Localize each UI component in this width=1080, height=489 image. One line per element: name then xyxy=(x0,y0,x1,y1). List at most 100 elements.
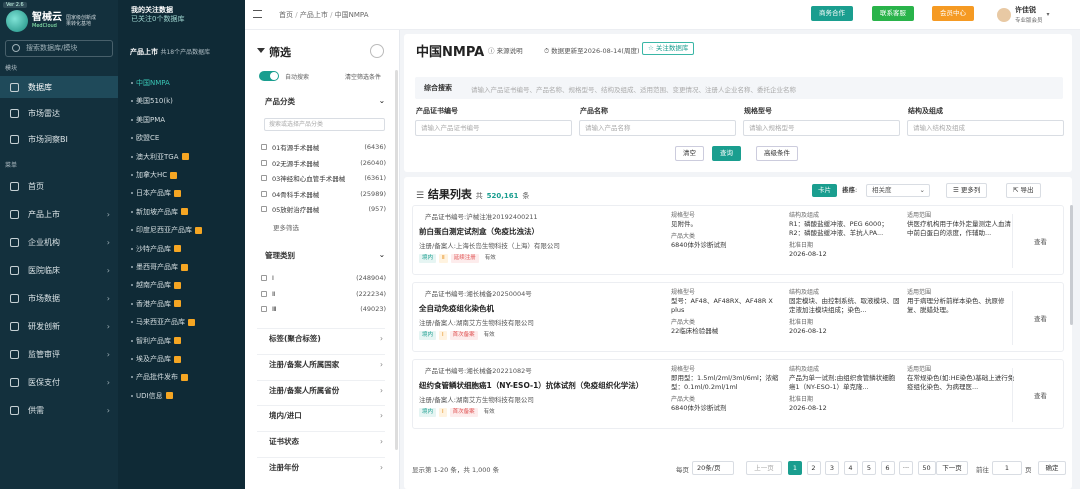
class-checkbox[interactable]: Ⅲ (49023) xyxy=(261,305,386,313)
export-button[interactable]: ⇱ 导出 xyxy=(1006,183,1041,198)
sub-nav-item[interactable]: 越南产品库 xyxy=(131,280,181,290)
class-checkbox[interactable]: Ⅰ (248904) xyxy=(261,274,386,282)
breadcrumb-product-launch[interactable]: 产品上市 xyxy=(300,11,328,19)
sub-nav-item[interactable]: 澳大利亚TGA xyxy=(131,152,189,162)
advanced-conditions-button[interactable]: 高级条件 xyxy=(756,146,798,161)
nav-item-rnd[interactable]: 研发创新 › xyxy=(0,315,118,337)
product-category-select[interactable]: 搜索或选择产品分类 xyxy=(264,118,385,131)
menu-toggle-icon[interactable] xyxy=(253,10,262,18)
sub-nav-item[interactable]: 新加坡产品库 xyxy=(131,207,188,217)
category-checkbox[interactable]: 02无源手术器械 (26040) xyxy=(261,158,386,168)
filter-section[interactable]: 标签(聚合标签) xyxy=(257,328,385,349)
more-filters-link[interactable]: 更多筛选 xyxy=(273,222,299,232)
confirm-goto-button[interactable]: 确定 xyxy=(1038,461,1066,475)
sub-nav-item[interactable]: 沙特产品库 xyxy=(131,244,181,254)
cert-number-field[interactable]: 请输入产品证书编号 xyxy=(415,120,572,136)
sub-nav-item[interactable]: 美国510(k) xyxy=(131,96,173,106)
filter-section[interactable]: 证书状态 xyxy=(257,431,385,452)
page-number-button[interactable]: 3 xyxy=(825,461,839,475)
view-detail-link[interactable]: 查看 xyxy=(1034,390,1047,400)
filter-section[interactable]: 境内/进口 xyxy=(257,405,385,426)
nav-item-home[interactable]: 首页 xyxy=(0,175,118,197)
company-name[interactable]: 湖南艾方生物科技有限公司 xyxy=(456,396,534,404)
spec-model-field[interactable]: 请输入规格型号 xyxy=(743,120,900,136)
sort-select[interactable]: 相关度 ⌄ xyxy=(866,184,930,197)
product-name-field[interactable]: 请输入产品名称 xyxy=(579,120,736,136)
sub-nav-item[interactable]: 马来西亚产品库 xyxy=(131,317,195,327)
sub-nav-item[interactable]: 智利产品库 xyxy=(131,336,181,346)
company-name[interactable]: 上海长岛生物科技（上海）有限公司 xyxy=(456,242,560,250)
keyword-search-input[interactable]: 综合搜索 请输入产品证书编号、产品名称、规格型号、结构及组成、适用范围、变更情况、… xyxy=(415,77,1063,99)
sub-nav-item[interactable]: 产品批件发布 xyxy=(131,372,188,382)
nav-item-enterprise[interactable]: 企业机构 › xyxy=(0,231,118,253)
main-scrollbar[interactable] xyxy=(1070,205,1073,325)
nav-item-market-data[interactable]: 市场数据 › xyxy=(0,287,118,309)
sub-nav-item[interactable]: 墨西哥产品库 xyxy=(131,262,188,272)
sub-nav-item[interactable]: 加拿大HC xyxy=(131,170,178,180)
sub-nav-item[interactable]: 印度尼西亚产品库 xyxy=(131,225,202,235)
nav-item-supply[interactable]: 供需 › xyxy=(0,399,118,421)
my-followed[interactable]: 我的关注数据 已关注0个数据库 xyxy=(131,6,184,24)
sub-nav-item[interactable]: 埃及产品库 xyxy=(131,354,181,364)
category-checkbox[interactable]: 01有源手术器械 (6436) xyxy=(261,142,386,152)
product-name[interactable]: 前白蛋白测定试剂盒（免疫比浊法） xyxy=(419,226,669,237)
structure-field[interactable]: 请输入结构及组成 xyxy=(907,120,1064,136)
source-note-link[interactable]: ⓘ 来源说明 xyxy=(488,45,523,55)
view-detail-link[interactable]: 查看 xyxy=(1034,236,1047,246)
sub-nav-item[interactable]: 欧盟CE xyxy=(131,133,159,143)
auto-search-toggle[interactable] xyxy=(259,71,279,81)
filter-scrollbar[interactable] xyxy=(395,70,398,450)
nav-item-database[interactable]: 数据库 xyxy=(0,76,118,98)
result-row[interactable]: 产品证书编号:沪械注准20192400211 前白蛋白测定试剂盒（免疫比浊法） 注册… xyxy=(412,205,1064,275)
page-number-button[interactable]: 6 xyxy=(880,461,895,475)
filter-menu-button[interactable] xyxy=(370,44,384,58)
page-number-button[interactable]: 4 xyxy=(843,461,858,475)
product-name[interactable]: 纽约食管鳞状细胞癌1（NY-ESO-1）抗体试剂（免疫组织化学法） xyxy=(419,380,669,391)
nav-item-market-radar[interactable]: 市场雷达 xyxy=(0,102,118,124)
clear-button[interactable]: 清空 xyxy=(675,146,704,161)
nav-item-product-launch[interactable]: 产品上市 › xyxy=(0,203,118,225)
nav-item-market-bi[interactable]: 市场洞察BI xyxy=(0,128,118,150)
sub-nav-item[interactable]: 中国NMPA xyxy=(131,78,170,88)
mgmt-class-section[interactable]: 管理类别 ⌄ xyxy=(265,250,385,261)
next-page-button[interactable]: 下一页 xyxy=(936,461,968,475)
prev-page-button[interactable]: 上一页 xyxy=(746,461,782,475)
user-menu[interactable]: 许佳锐 专业版会员 ▾ xyxy=(997,5,1050,24)
page-number-button[interactable]: 5 xyxy=(862,461,876,475)
page-number-button[interactable]: 1 xyxy=(788,461,802,475)
product-name[interactable]: 全自动免疫组化染色机 xyxy=(419,303,669,314)
goto-page-input[interactable]: 1 xyxy=(992,461,1022,475)
sub-nav-item[interactable]: UDI信息 xyxy=(131,391,173,401)
page-size-select[interactable]: 20条/页 xyxy=(692,461,734,475)
filter-section[interactable]: 注册/备案人所属省份 xyxy=(257,379,385,401)
sub-nav-item[interactable]: 日本产品库 xyxy=(131,188,181,198)
nav-item-regulatory[interactable]: 监管审评 › xyxy=(0,343,118,365)
member-center-button[interactable]: 会员中心 xyxy=(932,6,974,21)
filter-section[interactable]: 注册年份 xyxy=(257,457,385,478)
query-button[interactable]: 查询 xyxy=(712,146,741,161)
nav-item-insurance[interactable]: 医保支付 › xyxy=(0,371,118,393)
page-number-button[interactable]: 2 xyxy=(806,461,821,475)
view-detail-link[interactable]: 查看 xyxy=(1034,313,1047,323)
business-cooperation-button[interactable]: 商务合作 xyxy=(811,6,853,21)
sub-nav-item[interactable]: 美国PMA xyxy=(131,115,165,125)
result-row[interactable]: 产品证书编号:湘长械备20221082号 纽约食管鳞状细胞癌1（NY-ESO-1）… xyxy=(412,359,1064,429)
more-columns-button[interactable]: ☰ 更多列 xyxy=(946,183,988,198)
breadcrumb-home[interactable]: 首页 xyxy=(279,11,293,19)
page-number-button[interactable]: 50 xyxy=(917,461,936,475)
follow-database-button[interactable]: ☆ 关注数据库 xyxy=(642,42,695,55)
view-card-toggle[interactable]: 卡片 xyxy=(812,184,837,197)
sub-nav-item[interactable]: 香港产品库 xyxy=(131,299,181,309)
category-checkbox[interactable]: 03神经和心血管手术器械 (6361) xyxy=(261,173,386,183)
nav-item-hospital[interactable]: 医院临床 › xyxy=(0,259,118,281)
result-row[interactable]: 产品证书编号:湘长械备20250004号 全自动免疫组化染色机 注册/备案人:湖南艾… xyxy=(412,282,1064,352)
contact-service-button[interactable]: 联系客服 xyxy=(872,6,914,21)
company-name[interactable]: 湖南艾方生物科技有限公司 xyxy=(456,319,534,327)
product-category-section[interactable]: 产品分类 ⌄ xyxy=(265,96,385,107)
clear-filters-link[interactable]: 清空筛选条件 xyxy=(345,72,381,81)
module-search-input[interactable]: 搜索数据库/模块 xyxy=(5,40,113,57)
page-number-button[interactable]: ··· xyxy=(899,461,913,475)
filter-section[interactable]: 注册/备案人所属国家 xyxy=(257,353,385,375)
category-checkbox[interactable]: 05放射治疗器械 (957) xyxy=(261,204,386,214)
category-checkbox[interactable]: 04骨科手术器械 (25989) xyxy=(261,189,386,199)
